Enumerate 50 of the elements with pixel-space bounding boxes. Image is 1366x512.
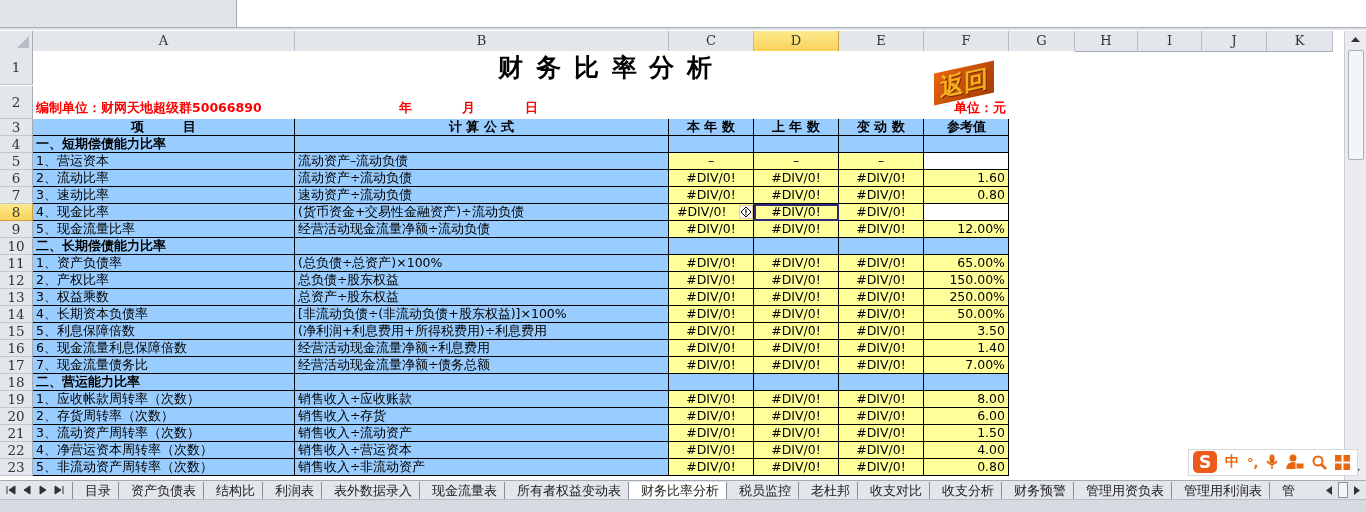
scrollbar-thumb[interactable] bbox=[1347, 49, 1364, 160]
row-header[interactable]: 2 bbox=[0, 85, 33, 119]
tab-scroll-icon[interactable] bbox=[22, 485, 32, 496]
search-icon[interactable] bbox=[1312, 454, 1328, 470]
sheet-tab[interactable]: 管理用利润表 bbox=[1171, 481, 1269, 499]
sheet-tab[interactable]: 财务比率分析 bbox=[628, 481, 726, 499]
date-label: 月 bbox=[462, 99, 475, 117]
tab-scroll-icon[interactable] bbox=[6, 485, 16, 496]
sheet-tab[interactable]: 利润表 bbox=[262, 481, 321, 499]
column-header[interactable]: D bbox=[754, 30, 839, 52]
sheet-title: 财 务 比 率 分 析 bbox=[498, 52, 714, 85]
column-header[interactable]: K bbox=[1267, 30, 1333, 52]
corner-triangle-icon bbox=[16, 34, 30, 49]
scrollbar-thumb[interactable] bbox=[1338, 482, 1348, 499]
grid-icon[interactable] bbox=[1335, 454, 1351, 470]
column-header[interactable]: I bbox=[1138, 30, 1202, 52]
scroll-up-icon[interactable] bbox=[1351, 36, 1360, 42]
date-label: 日 bbox=[525, 99, 538, 117]
sheet-tab[interactable]: 老杜邦 bbox=[798, 481, 857, 499]
column-header[interactable]: J bbox=[1202, 30, 1267, 52]
unit-label: 单位：元 bbox=[954, 99, 1006, 117]
column-header[interactable]: C bbox=[669, 30, 754, 52]
sheet-tab[interactable]: 目录 bbox=[72, 481, 118, 499]
sheet-tab[interactable]: 收支分析 bbox=[929, 481, 1001, 499]
column-header[interactable]: H bbox=[1075, 30, 1138, 52]
date-label: 年 bbox=[399, 99, 412, 117]
column-header[interactable]: G bbox=[1009, 30, 1075, 52]
row-header[interactable]: 1 bbox=[0, 50, 33, 85]
sheet-tab[interactable]: 结构比 bbox=[203, 481, 262, 499]
warning-icon[interactable] bbox=[739, 204, 753, 219]
sheet-tab[interactable]: 税员监控 bbox=[726, 481, 798, 499]
tab-scroll-icon[interactable] bbox=[54, 485, 64, 496]
tab-scroll-icon[interactable] bbox=[38, 485, 48, 496]
sheet-tab[interactable]: 财务预警 bbox=[1001, 481, 1073, 499]
column-header[interactable]: B bbox=[295, 30, 669, 52]
user-icon[interactable] bbox=[1286, 454, 1305, 471]
vertical-scrollbar[interactable] bbox=[1344, 30, 1366, 481]
scroll-right-icon[interactable] bbox=[1354, 485, 1360, 495]
sheet-tab[interactable]: 现金流量表 bbox=[419, 481, 504, 499]
sheet-tab[interactable]: 收支对比 bbox=[857, 481, 929, 499]
column-header[interactable]: E bbox=[839, 30, 924, 52]
company-label: 编制单位：财网天地超级群50066890 bbox=[36, 99, 262, 117]
sheet-tab[interactable]: 表外数据录入 bbox=[321, 481, 419, 499]
sheet-tab[interactable]: 管 bbox=[1269, 481, 1302, 499]
microphone-icon[interactable] bbox=[1266, 454, 1279, 471]
sheet-tab[interactable]: 管理用资负表 bbox=[1073, 481, 1171, 499]
sheet-tab[interactable]: 资产负债表 bbox=[118, 481, 203, 499]
scroll-left-icon[interactable] bbox=[1326, 485, 1332, 495]
column-header[interactable]: A bbox=[33, 30, 295, 52]
column-header[interactable]: F bbox=[924, 30, 1009, 52]
